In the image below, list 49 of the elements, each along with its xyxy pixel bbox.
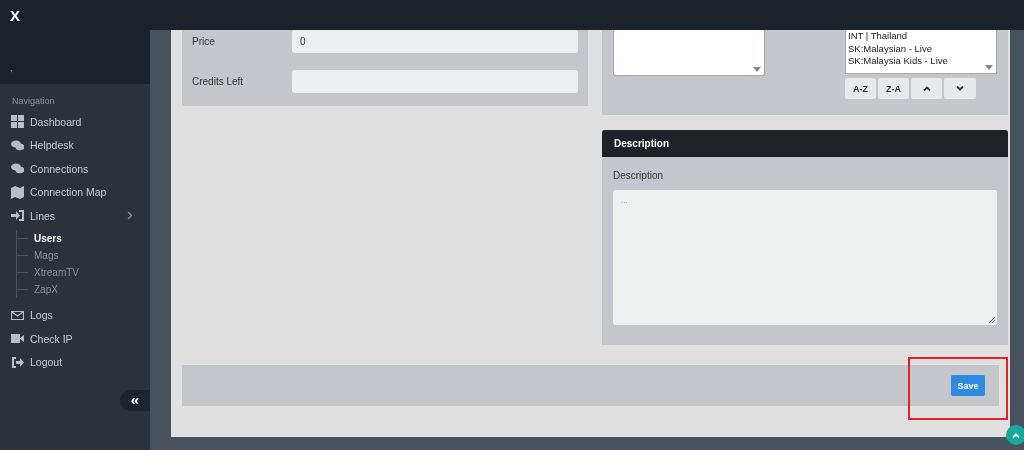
input-field[interactable]: 0	[292, 30, 578, 53]
placeholder: ...	[621, 196, 628, 205]
move-button[interactable]	[911, 78, 942, 99]
nav-item[interactable]: Logout	[0, 350, 150, 374]
save-button[interactable]: Save	[951, 375, 985, 396]
resize-grip-icon	[988, 316, 995, 323]
nav-heading: Navigation	[11, 95, 56, 108]
scroll-down-icon	[753, 67, 761, 72]
caret-up-icon	[1012, 432, 1020, 438]
nav-subitem[interactable]: XtreamTV	[17, 263, 79, 281]
move-button[interactable]	[944, 78, 976, 99]
nav-item[interactable]: Dashboard	[0, 110, 150, 134]
list-option[interactable]: SK:Malaysia Kids - Live	[848, 55, 948, 68]
field-label: Credits Left	[192, 75, 245, 87]
video-camera-icon	[11, 332, 24, 346]
chevron-right-icon	[127, 211, 133, 221]
chat-bubbles-icon	[11, 138, 24, 152]
scroll-down-icon	[985, 65, 993, 70]
collapse-button[interactable]: «	[120, 390, 150, 411]
list-option[interactable]: SK:Malaysian - Live	[848, 42, 932, 55]
nav-item[interactable]: Connections	[0, 157, 150, 181]
caret-up-icon	[922, 86, 931, 91]
field-label: Price	[192, 36, 216, 47]
map-icon	[11, 185, 24, 199]
nav-item[interactable]: Connection Map	[0, 180, 150, 204]
nav-subitem[interactable]: ZapX	[17, 280, 58, 298]
chat-bubbles-icon	[11, 162, 24, 176]
list-option[interactable]: INT | Thailand	[848, 30, 908, 43]
input-field[interactable]	[292, 69, 578, 93]
list-box[interactable]: INT | Thailand SK:Malaysian - Live SK:Malaysia Kids - Live	[845, 30, 997, 74]
envelope-icon	[11, 308, 24, 322]
nav-item[interactable]: Logs	[0, 303, 150, 327]
nav-item[interactable]: Lines	[0, 204, 150, 228]
logo: X	[10, 6, 20, 24]
nav-subitem[interactable]: Mags	[17, 246, 59, 264]
user-name: ,	[10, 63, 13, 73]
sign-in-icon	[11, 209, 24, 223]
nav-subitem[interactable]: Users	[17, 229, 62, 247]
sign-out-icon	[11, 355, 24, 369]
nav-item[interactable]: Helpdesk	[0, 133, 150, 157]
grid-icon	[11, 115, 24, 129]
nav-item[interactable]: Check IP	[0, 327, 150, 351]
caret-down-icon	[956, 86, 964, 91]
card-title: Description	[602, 130, 1008, 157]
scroll-top-button[interactable]	[1006, 425, 1024, 445]
list-box[interactable]	[613, 30, 765, 76]
field-label: Description	[613, 170, 664, 181]
sort-button[interactable]: A-Z	[845, 78, 876, 99]
sort-button[interactable]: Z-A	[878, 78, 909, 99]
